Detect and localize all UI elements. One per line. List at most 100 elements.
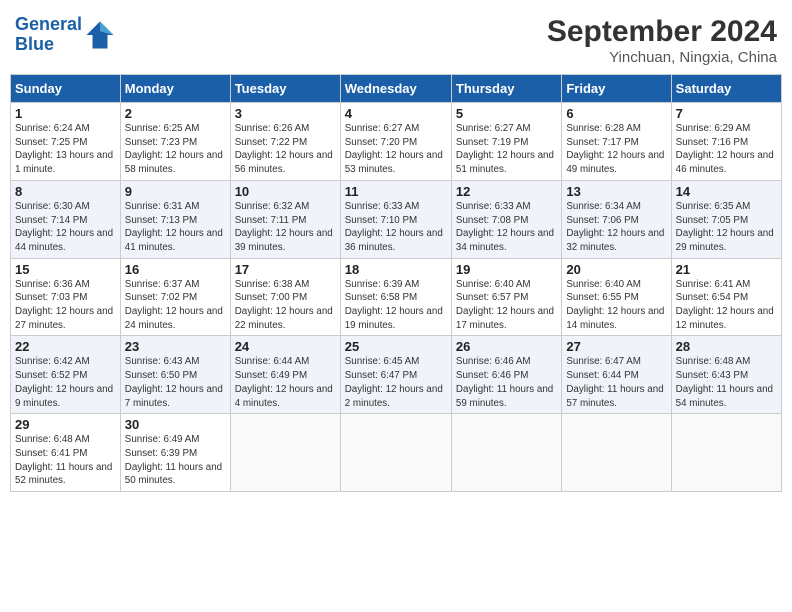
- day-info: Sunrise: 6:48 AMSunset: 6:43 PMDaylight:…: [676, 355, 777, 410]
- day-info: Sunrise: 6:40 AMSunset: 6:57 PMDaylight:…: [456, 278, 557, 333]
- day-of-week-friday: Friday: [562, 75, 671, 103]
- day-info: Sunrise: 6:35 AMSunset: 7:05 PMDaylight:…: [676, 200, 777, 255]
- calendar-cell: 17Sunrise: 6:38 AMSunset: 7:00 PMDayligh…: [230, 258, 340, 336]
- day-info: Sunrise: 6:49 AMSunset: 6:39 PMDaylight:…: [125, 433, 226, 488]
- day-info: Sunrise: 6:27 AMSunset: 7:20 PMDaylight:…: [345, 122, 447, 177]
- subtitle: Yinchuan, Ningxia, China: [547, 49, 777, 66]
- calendar-cell: 13Sunrise: 6:34 AMSunset: 7:06 PMDayligh…: [562, 180, 671, 258]
- calendar-cell: [451, 414, 561, 492]
- day-info: Sunrise: 6:29 AMSunset: 7:16 PMDaylight:…: [676, 122, 777, 177]
- day-number: 23: [125, 339, 226, 354]
- calendar-cell: 28Sunrise: 6:48 AMSunset: 6:43 PMDayligh…: [671, 336, 781, 414]
- day-number: 30: [125, 417, 226, 432]
- day-info: Sunrise: 6:36 AMSunset: 7:03 PMDaylight:…: [15, 278, 116, 333]
- calendar-table: SundayMondayTuesdayWednesdayThursdayFrid…: [10, 74, 782, 492]
- day-number: 22: [15, 339, 116, 354]
- day-info: Sunrise: 6:25 AMSunset: 7:23 PMDaylight:…: [125, 122, 226, 177]
- calendar-cell: 20Sunrise: 6:40 AMSunset: 6:55 PMDayligh…: [562, 258, 671, 336]
- logo-icon: [85, 20, 115, 50]
- day-number: 24: [235, 339, 336, 354]
- day-of-week-saturday: Saturday: [671, 75, 781, 103]
- calendar-cell: 9Sunrise: 6:31 AMSunset: 7:13 PMDaylight…: [120, 180, 230, 258]
- calendar-cell: [230, 414, 340, 492]
- day-of-week-monday: Monday: [120, 75, 230, 103]
- day-number: 8: [15, 184, 116, 199]
- calendar-cell: 18Sunrise: 6:39 AMSunset: 6:58 PMDayligh…: [340, 258, 451, 336]
- day-number: 9: [125, 184, 226, 199]
- day-info: Sunrise: 6:33 AMSunset: 7:10 PMDaylight:…: [345, 200, 447, 255]
- day-number: 3: [235, 106, 336, 121]
- day-of-week-tuesday: Tuesday: [230, 75, 340, 103]
- calendar-cell: 1Sunrise: 6:24 AMSunset: 7:25 PMDaylight…: [11, 103, 121, 181]
- day-number: 5: [456, 106, 557, 121]
- day-number: 1: [15, 106, 116, 121]
- calendar-cell: 27Sunrise: 6:47 AMSunset: 6:44 PMDayligh…: [562, 336, 671, 414]
- calendar-week-2: 8Sunrise: 6:30 AMSunset: 7:14 PMDaylight…: [11, 180, 782, 258]
- page-header: GeneralBlue September 2024 Yinchuan, Nin…: [10, 10, 782, 66]
- calendar-cell: 22Sunrise: 6:42 AMSunset: 6:52 PMDayligh…: [11, 336, 121, 414]
- calendar-cell: 11Sunrise: 6:33 AMSunset: 7:10 PMDayligh…: [340, 180, 451, 258]
- calendar-cell: 12Sunrise: 6:33 AMSunset: 7:08 PMDayligh…: [451, 180, 561, 258]
- day-of-week-thursday: Thursday: [451, 75, 561, 103]
- day-number: 13: [566, 184, 666, 199]
- day-of-week-wednesday: Wednesday: [340, 75, 451, 103]
- day-number: 6: [566, 106, 666, 121]
- calendar-cell: 8Sunrise: 6:30 AMSunset: 7:14 PMDaylight…: [11, 180, 121, 258]
- calendar-week-5: 29Sunrise: 6:48 AMSunset: 6:41 PMDayligh…: [11, 414, 782, 492]
- day-info: Sunrise: 6:27 AMSunset: 7:19 PMDaylight:…: [456, 122, 557, 177]
- day-info: Sunrise: 6:32 AMSunset: 7:11 PMDaylight:…: [235, 200, 336, 255]
- day-number: 20: [566, 262, 666, 277]
- day-number: 14: [676, 184, 777, 199]
- calendar-week-3: 15Sunrise: 6:36 AMSunset: 7:03 PMDayligh…: [11, 258, 782, 336]
- day-info: Sunrise: 6:47 AMSunset: 6:44 PMDaylight:…: [566, 355, 666, 410]
- calendar-cell: 25Sunrise: 6:45 AMSunset: 6:47 PMDayligh…: [340, 336, 451, 414]
- calendar-cell: 24Sunrise: 6:44 AMSunset: 6:49 PMDayligh…: [230, 336, 340, 414]
- calendar-cell: [562, 414, 671, 492]
- day-info: Sunrise: 6:30 AMSunset: 7:14 PMDaylight:…: [15, 200, 116, 255]
- logo-text: GeneralBlue: [15, 15, 82, 55]
- day-number: 12: [456, 184, 557, 199]
- day-number: 19: [456, 262, 557, 277]
- day-number: 27: [566, 339, 666, 354]
- day-info: Sunrise: 6:28 AMSunset: 7:17 PMDaylight:…: [566, 122, 666, 177]
- calendar-cell: 2Sunrise: 6:25 AMSunset: 7:23 PMDaylight…: [120, 103, 230, 181]
- day-number: 21: [676, 262, 777, 277]
- calendar-cell: 3Sunrise: 6:26 AMSunset: 7:22 PMDaylight…: [230, 103, 340, 181]
- day-info: Sunrise: 6:45 AMSunset: 6:47 PMDaylight:…: [345, 355, 447, 410]
- day-info: Sunrise: 6:46 AMSunset: 6:46 PMDaylight:…: [456, 355, 557, 410]
- day-info: Sunrise: 6:24 AMSunset: 7:25 PMDaylight:…: [15, 122, 116, 177]
- calendar-cell: 16Sunrise: 6:37 AMSunset: 7:02 PMDayligh…: [120, 258, 230, 336]
- day-info: Sunrise: 6:44 AMSunset: 6:49 PMDaylight:…: [235, 355, 336, 410]
- calendar-cell: 19Sunrise: 6:40 AMSunset: 6:57 PMDayligh…: [451, 258, 561, 336]
- day-info: Sunrise: 6:34 AMSunset: 7:06 PMDaylight:…: [566, 200, 666, 255]
- day-info: Sunrise: 6:39 AMSunset: 6:58 PMDaylight:…: [345, 278, 447, 333]
- day-info: Sunrise: 6:26 AMSunset: 7:22 PMDaylight:…: [235, 122, 336, 177]
- calendar-week-1: 1Sunrise: 6:24 AMSunset: 7:25 PMDaylight…: [11, 103, 782, 181]
- calendar-cell: 23Sunrise: 6:43 AMSunset: 6:50 PMDayligh…: [120, 336, 230, 414]
- day-info: Sunrise: 6:48 AMSunset: 6:41 PMDaylight:…: [15, 433, 116, 488]
- day-number: 7: [676, 106, 777, 121]
- calendar-cell: 14Sunrise: 6:35 AMSunset: 7:05 PMDayligh…: [671, 180, 781, 258]
- day-info: Sunrise: 6:43 AMSunset: 6:50 PMDaylight:…: [125, 355, 226, 410]
- day-info: Sunrise: 6:41 AMSunset: 6:54 PMDaylight:…: [676, 278, 777, 333]
- day-number: 28: [676, 339, 777, 354]
- day-of-week-sunday: Sunday: [11, 75, 121, 103]
- calendar-cell: [671, 414, 781, 492]
- calendar-cell: 5Sunrise: 6:27 AMSunset: 7:19 PMDaylight…: [451, 103, 561, 181]
- calendar-cell: [340, 414, 451, 492]
- calendar-cell: 4Sunrise: 6:27 AMSunset: 7:20 PMDaylight…: [340, 103, 451, 181]
- day-info: Sunrise: 6:42 AMSunset: 6:52 PMDaylight:…: [15, 355, 116, 410]
- day-number: 2: [125, 106, 226, 121]
- calendar-cell: 10Sunrise: 6:32 AMSunset: 7:11 PMDayligh…: [230, 180, 340, 258]
- day-number: 25: [345, 339, 447, 354]
- day-number: 29: [15, 417, 116, 432]
- day-number: 15: [15, 262, 116, 277]
- calendar-cell: 7Sunrise: 6:29 AMSunset: 7:16 PMDaylight…: [671, 103, 781, 181]
- day-number: 26: [456, 339, 557, 354]
- day-info: Sunrise: 6:40 AMSunset: 6:55 PMDaylight:…: [566, 278, 666, 333]
- calendar-cell: 30Sunrise: 6:49 AMSunset: 6:39 PMDayligh…: [120, 414, 230, 492]
- calendar-week-4: 22Sunrise: 6:42 AMSunset: 6:52 PMDayligh…: [11, 336, 782, 414]
- day-number: 10: [235, 184, 336, 199]
- day-number: 16: [125, 262, 226, 277]
- calendar-header-row: SundayMondayTuesdayWednesdayThursdayFrid…: [11, 75, 782, 103]
